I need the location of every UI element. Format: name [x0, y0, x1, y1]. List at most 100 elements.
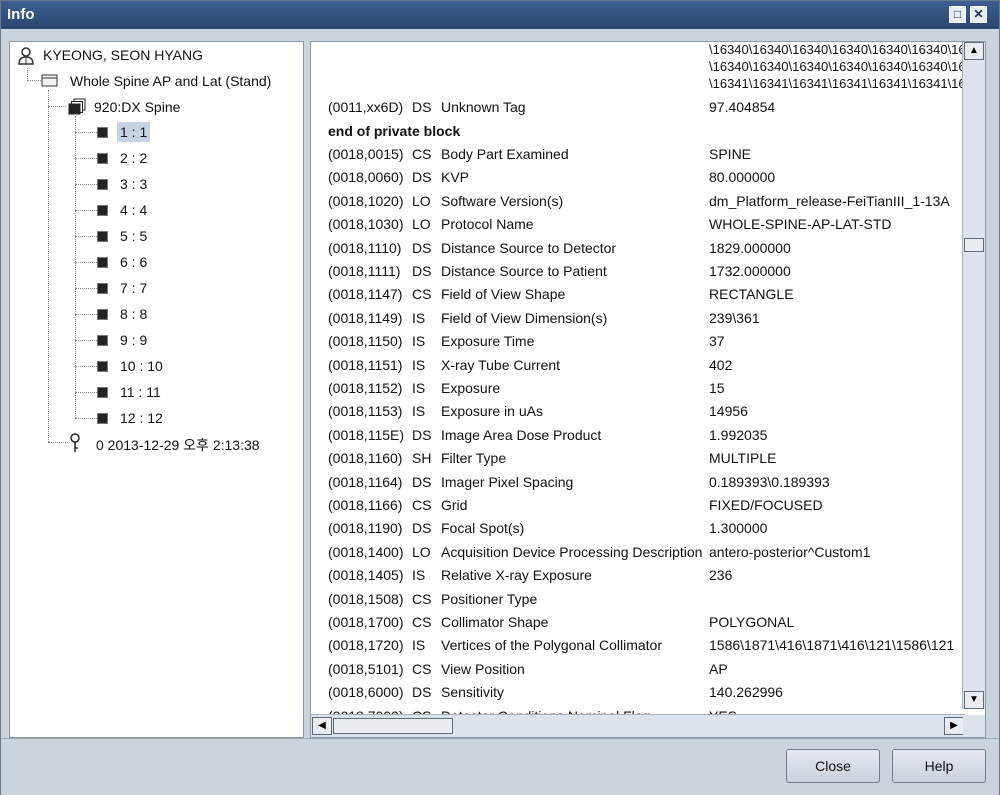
tree-image-item[interactable]: 9 : 9	[117, 330, 150, 350]
horizontal-scrollbar[interactable]: ◀ ▶	[311, 714, 965, 737]
tree-image-item[interactable]: 10 : 10	[117, 356, 166, 376]
attribute-vr: DS	[412, 684, 432, 701]
tree-image-item[interactable]: 5 : 5	[117, 226, 150, 246]
attribute-tag: (0018,1110)	[328, 239, 402, 256]
tree-image-item[interactable]: 8 : 8	[117, 304, 150, 324]
attribute-vr: IS	[412, 403, 426, 420]
attribute-name: KVP	[441, 169, 470, 186]
image-icon	[97, 387, 108, 398]
attribute-vr: IS	[412, 309, 426, 326]
tree-image-item[interactable]: 12 : 12	[117, 408, 166, 428]
image-icon	[97, 257, 108, 268]
attribute-vr: DS	[412, 426, 432, 443]
attribute-name: Distance Source to Patient	[441, 263, 607, 279]
scroll-up-button[interactable]: ▲	[964, 42, 984, 60]
tree-image-item[interactable]: 1 : 1	[117, 122, 151, 142]
attribute-value: 1.300000	[709, 520, 768, 537]
attribute-name: Protocol Name	[441, 216, 534, 233]
attribute-vr: DS	[412, 520, 432, 537]
attribute-name: Acquisition Device Processing Descriptio…	[441, 543, 703, 560]
attribute-vr: CS	[412, 590, 432, 607]
attribute-name: Exposure	[441, 380, 501, 396]
attribute-vr: IS	[412, 567, 426, 584]
attribute-vr: DS	[412, 99, 432, 115]
attribute-tag: (0018,115E)	[328, 426, 405, 443]
attribute-tag: (0018,1405)	[328, 567, 404, 584]
attribute-tag: (0018,1147)	[328, 286, 403, 303]
attribute-tag: (0018,1164)	[328, 473, 403, 490]
title-bar: Info □ ✕	[1, 1, 999, 29]
attribute-value: FIXED/FOCUSED	[709, 497, 823, 513]
attribute-value: POLYGONAL	[709, 614, 795, 630]
attribute-vr: IS	[412, 356, 426, 373]
tree-image-item[interactable]: 11 : 11	[117, 382, 164, 402]
study-folder-icon	[41, 74, 58, 87]
scroll-left-button[interactable]: ◀	[312, 717, 332, 735]
attribute-vr: DS	[412, 169, 432, 186]
attribute-tag: (0018,1030)	[328, 216, 404, 233]
attribute-vr: LO	[412, 192, 431, 209]
tree-image-item[interactable]: 7 : 7	[117, 278, 150, 298]
attribute-value: 97.404854	[709, 99, 776, 115]
attribute-value: 1.992035	[709, 426, 768, 443]
image-icon	[97, 413, 108, 424]
tree-image-item[interactable]: 3 : 3	[117, 174, 150, 194]
attribute-tag: (0018,6000)	[328, 684, 404, 701]
scroll-right-button[interactable]: ▶	[944, 717, 964, 735]
attribute-value: 14956	[709, 403, 748, 420]
image-icon	[97, 335, 108, 346]
attribute-value: 402	[709, 356, 733, 373]
attribute-vr: DS	[412, 473, 432, 490]
patient-name[interactable]: KYEONG, SEON HYANG	[43, 47, 203, 63]
tree-image-item[interactable]: 2 : 2	[117, 148, 150, 168]
attribute-value: dm_Platform_release-FeiTianIII_1-13A	[709, 192, 950, 209]
attribute-tag: (0018,1020)	[328, 192, 404, 209]
attribute-name: Field of View Shape	[441, 286, 566, 303]
study-description[interactable]: Whole Spine AP and Lat (Stand)	[70, 73, 271, 89]
series-label[interactable]: 920:DX Spine	[94, 99, 180, 115]
close-button[interactable]: Close	[786, 749, 880, 783]
image-icon	[97, 153, 108, 164]
attribute-value: 37	[709, 333, 725, 350]
attribute-name: Software Version(s)	[441, 192, 564, 209]
horizontal-scroll-thumb[interactable]	[333, 718, 453, 734]
tree-image-item[interactable]: 6 : 6	[117, 252, 150, 272]
study-tree: KYEONG, SEON HYANG Whole Spine AP and La…	[9, 41, 304, 738]
attribute-tag: (0018,1190)	[328, 520, 403, 537]
key-item-label[interactable]: 0 2013-12-29 오후 2:13:38	[96, 435, 260, 455]
attribute-name: Exposure Time	[441, 333, 535, 350]
attribute-vr: CS	[412, 146, 432, 162]
dicom-attributes-panel: \16340\16340\16340\16340\16340\16340\163…	[310, 41, 986, 738]
image-icon	[97, 361, 108, 372]
attribute-value: WHOLE-SPINE-AP-LAT-STD	[709, 216, 892, 233]
attribute-value: 1829.000000	[709, 239, 791, 256]
attribute-value: 1586\1871\416\1871\416\121\1586\121	[709, 637, 955, 654]
attribute-value: 1732.000000	[709, 263, 791, 279]
attribute-value: MULTIPLE	[709, 450, 777, 467]
attribute-name: Collimator Shape	[441, 614, 549, 630]
scroll-down-button[interactable]: ▼	[964, 691, 984, 709]
close-window-button[interactable]: ✕	[970, 6, 987, 23]
attribute-tag: (0018,1151)	[328, 356, 403, 373]
vertical-scroll-thumb[interactable]	[964, 238, 984, 252]
vertical-scrollbar[interactable]: ▲ ▼	[962, 42, 985, 709]
key-icon	[70, 433, 80, 452]
attribute-tag: (0018,1111)	[328, 263, 401, 279]
attribute-tag: (0018,1153)	[328, 403, 403, 420]
attribute-tag: (0018,1149)	[328, 309, 403, 326]
series-stack-icon	[68, 98, 86, 115]
tree-image-item[interactable]: 4 : 4	[117, 200, 150, 220]
section-header: end of private block	[328, 123, 461, 139]
image-icon	[97, 309, 108, 320]
help-button[interactable]: Help	[892, 749, 986, 783]
attribute-tag: (0018,0015)	[328, 146, 404, 162]
attribute-vr: DS	[412, 263, 432, 279]
attribute-name: Focal Spot(s)	[441, 520, 525, 537]
attribute-name: Filter Type	[441, 450, 507, 467]
maximize-button[interactable]: □	[949, 6, 966, 23]
attribute-name: Image Area Dose Product	[441, 426, 602, 443]
scroll-corner	[963, 715, 985, 737]
attribute-name: Grid	[441, 497, 468, 513]
attribute-tag: (0018,1720)	[328, 637, 404, 654]
attribute-value: SPINE	[709, 146, 752, 162]
